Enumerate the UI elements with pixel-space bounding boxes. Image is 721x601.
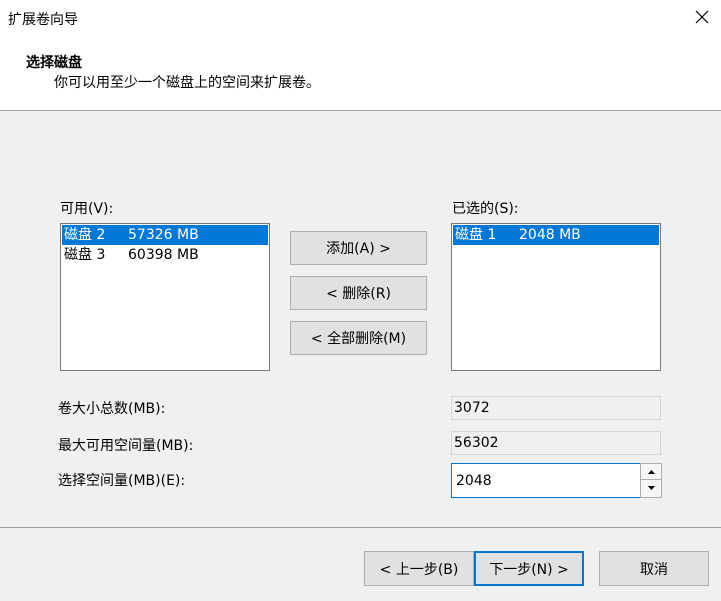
cancel-button[interactable]: 取消 xyxy=(599,551,709,586)
window-title: 扩展卷向导 xyxy=(8,12,78,28)
close-icon[interactable] xyxy=(693,8,711,26)
max-space-label: 最大可用空间量(MB): xyxy=(58,438,194,454)
page-subtitle: 你可以用至少一个磁盘上的空间来扩展卷。 xyxy=(54,75,320,91)
spin-down-button[interactable] xyxy=(641,480,661,496)
total-size-value: 3072 xyxy=(451,396,661,420)
space-amount-spinner[interactable] xyxy=(640,463,662,498)
triangle-down-icon xyxy=(647,486,655,490)
select-space-label: 选择空间量(MB)(E): xyxy=(58,473,186,489)
back-button[interactable]: < 上一步(B) xyxy=(364,551,474,586)
disk-name: 磁盘 1 xyxy=(455,227,497,243)
total-size-label: 卷大小总数(MB): xyxy=(58,401,166,417)
available-label: 可用(V): xyxy=(60,201,114,217)
max-space-value: 56302 xyxy=(451,431,661,455)
disk-size: 2048 MB xyxy=(519,227,581,243)
list-item[interactable]: 磁盘 2 57326 MB xyxy=(62,225,268,245)
disk-size: 60398 MB xyxy=(128,247,199,263)
remove-all-button[interactable]: < 全部删除(M) xyxy=(290,321,427,355)
disk-size: 57326 MB xyxy=(128,227,199,243)
spin-up-button[interactable] xyxy=(641,464,661,480)
list-item[interactable]: 磁盘 3 60398 MB xyxy=(62,245,268,265)
triangle-up-icon xyxy=(647,469,655,474)
wizard-header: 选择磁盘 你可以用至少一个磁盘上的空间来扩展卷。 xyxy=(0,36,721,111)
list-item[interactable]: 磁盘 1 2048 MB xyxy=(453,225,659,245)
space-amount-input[interactable] xyxy=(451,463,641,498)
next-button[interactable]: 下一步(N) > xyxy=(474,551,584,586)
disk-name: 磁盘 3 xyxy=(64,247,106,263)
title-bar: 扩展卷向导 xyxy=(0,0,721,36)
selected-listbox[interactable]: 磁盘 1 2048 MB xyxy=(451,223,661,371)
add-button[interactable]: 添加(A) > xyxy=(290,231,427,265)
remove-button[interactable]: < 删除(R) xyxy=(290,276,427,310)
page-title: 选择磁盘 xyxy=(26,55,82,71)
available-listbox[interactable]: 磁盘 2 57326 MB 磁盘 3 60398 MB xyxy=(60,223,270,371)
disk-name: 磁盘 2 xyxy=(64,227,106,243)
footer-divider xyxy=(0,527,721,528)
selected-label: 已选的(S): xyxy=(452,201,519,217)
